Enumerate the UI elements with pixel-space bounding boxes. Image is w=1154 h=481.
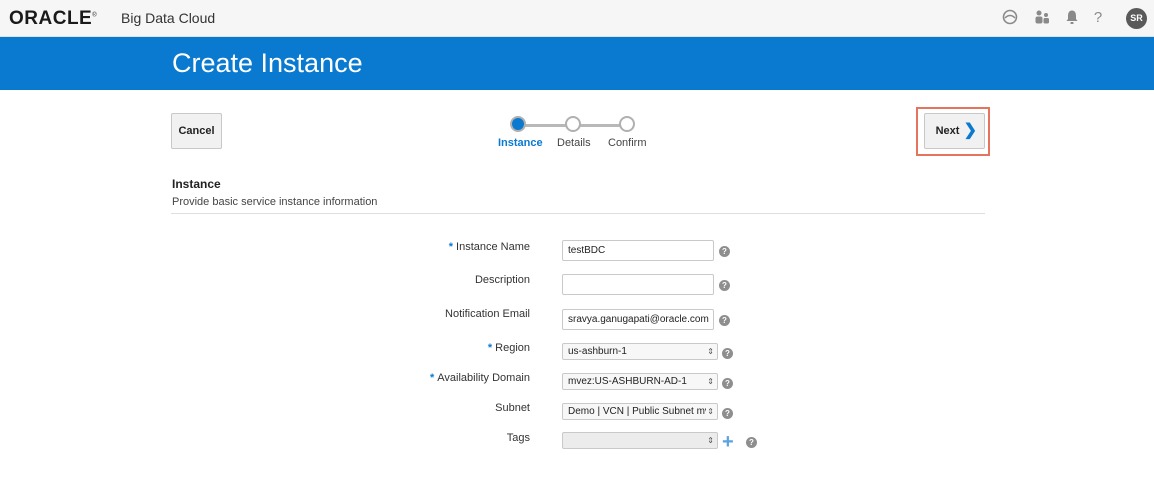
- subnet-select[interactable]: Demo | VCN | Public Subnet mv ⇕: [562, 403, 718, 420]
- availability-domain-label: * Availability Domain: [430, 372, 530, 384]
- required-marker: *: [448, 241, 454, 253]
- users-icon[interactable]: [1033, 9, 1051, 27]
- bell-icon[interactable]: [1063, 9, 1081, 27]
- subnet-label: Subnet: [495, 402, 530, 414]
- train-stop-instance[interactable]: [510, 116, 526, 132]
- select-arrows-icon: ⇕: [706, 404, 714, 419]
- next-button-label: Next: [935, 125, 960, 137]
- help-icon[interactable]: ?: [1089, 9, 1107, 27]
- next-button[interactable]: Next ❯: [924, 113, 985, 149]
- brand-name: ORACLE: [9, 8, 93, 29]
- tags-label: Tags: [507, 432, 530, 444]
- help-icon[interactable]: ?: [722, 348, 733, 359]
- cancel-button[interactable]: Cancel: [171, 113, 222, 149]
- notification-email-label: Notification Email: [445, 308, 530, 320]
- subnet-label-text: Subnet: [495, 402, 530, 414]
- required-marker: *: [487, 342, 493, 354]
- help-icon[interactable]: ?: [722, 408, 733, 419]
- instance-name-label-text: Instance Name: [456, 241, 530, 253]
- select-arrows-icon: ⇕: [707, 347, 714, 356]
- select-arrows-icon: ⇕: [707, 436, 714, 445]
- brand-mark: ®: [92, 12, 98, 19]
- chevron-right-icon: ❯: [963, 122, 977, 139]
- region-select[interactable]: us-ashburn-1 ⇕: [562, 343, 718, 360]
- help-icon[interactable]: ?: [719, 315, 730, 326]
- help-icon[interactable]: ?: [719, 246, 730, 257]
- help-icon[interactable]: ?: [746, 437, 757, 448]
- train-label-confirm[interactable]: Confirm: [608, 137, 647, 149]
- train-label-details[interactable]: Details: [557, 137, 591, 149]
- select-arrows-icon: ⇕: [707, 377, 714, 386]
- instance-name-label: * Instance Name: [449, 241, 530, 253]
- product-name: Big Data Cloud: [121, 10, 216, 26]
- top-bar: ORACLE® Big Data Cloud ? SR: [0, 0, 1154, 37]
- help-icon[interactable]: ?: [722, 378, 733, 389]
- page-title: Create Instance: [172, 48, 363, 78]
- section-title: Instance: [172, 177, 221, 191]
- instance-name-input[interactable]: testBDC: [562, 240, 714, 261]
- notification-email-input[interactable]: sravya.ganugapati@oracle.com: [562, 309, 714, 330]
- region-label: * Region: [488, 342, 530, 354]
- avatar[interactable]: SR: [1126, 8, 1147, 29]
- required-marker: *: [429, 372, 435, 384]
- tags-select[interactable]: ⇕: [562, 432, 718, 449]
- availability-domain-select[interactable]: mvez:US-ASHBURN-AD-1 ⇕: [562, 373, 718, 390]
- page-banner: Create Instance: [0, 37, 1154, 90]
- section-divider: [171, 213, 985, 214]
- description-label: Description: [475, 274, 530, 286]
- add-tag-icon[interactable]: +: [722, 432, 734, 452]
- train-label-instance[interactable]: Instance: [498, 137, 543, 149]
- availability-domain-select-value: mvez:US-ASHBURN-AD-1: [568, 376, 687, 387]
- description-label-text: Description: [474, 274, 530, 286]
- train-stop-details[interactable]: [565, 116, 581, 132]
- oracle-logo[interactable]: ORACLE®: [9, 8, 97, 30]
- section-subtitle: Provide basic service instance informati…: [172, 196, 378, 208]
- train-stop-confirm[interactable]: [619, 116, 635, 132]
- region-select-value: us-ashburn-1: [568, 346, 627, 357]
- help-icon[interactable]: ?: [719, 280, 730, 291]
- tags-label-text: Tags: [506, 432, 530, 444]
- region-label-text: Region: [495, 342, 530, 354]
- cloud-account-icon[interactable]: [1001, 9, 1019, 27]
- subnet-select-value: Demo | VCN | Public Subnet mv: [568, 406, 710, 417]
- description-input[interactable]: [562, 274, 714, 295]
- availability-domain-label-text: Availability Domain: [437, 372, 530, 384]
- notification-email-label-text: Notification Email: [445, 308, 530, 320]
